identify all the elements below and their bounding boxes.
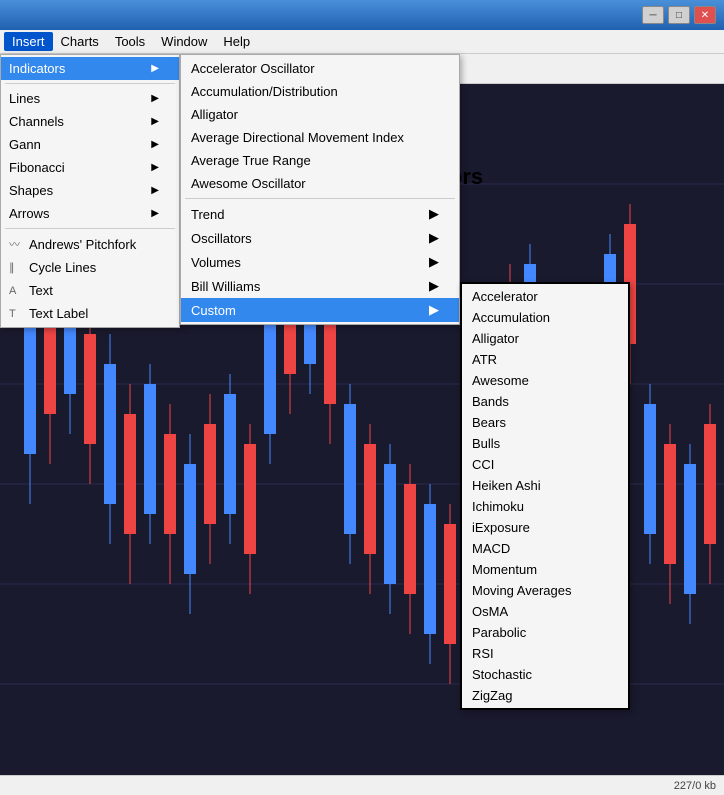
custom-item-stochastic[interactable]: Stochastic bbox=[462, 664, 628, 685]
window-controls: ─ □ ✕ bbox=[642, 6, 716, 24]
menu-window[interactable]: Window bbox=[153, 32, 215, 51]
maximize-button[interactable]: □ bbox=[668, 6, 690, 24]
menu-item-indicators[interactable]: Indicators ▶ bbox=[1, 57, 179, 80]
arrow-icon: ▶ bbox=[151, 93, 159, 104]
menu-item-channels[interactable]: Channels ▶ bbox=[1, 110, 179, 133]
arrow-icon: ▶ bbox=[429, 278, 439, 294]
menu-item-cycle-lines[interactable]: ∥ Cycle Lines bbox=[1, 256, 179, 279]
custom-item-iexposure[interactable]: iExposure bbox=[462, 517, 628, 538]
menu-item-fibonacci[interactable]: Fibonacci ▶ bbox=[1, 156, 179, 179]
custom-item-bulls[interactable]: Bulls bbox=[462, 433, 628, 454]
custom-item-heiken-ashi[interactable]: Heiken Ashi bbox=[462, 475, 628, 496]
text-icon: A bbox=[9, 285, 29, 297]
custom-item-parabolic[interactable]: Parabolic bbox=[462, 622, 628, 643]
arrow-icon: ▶ bbox=[151, 116, 159, 127]
arrow-icon: ▶ bbox=[151, 162, 159, 173]
custom-item-atr[interactable]: ATR bbox=[462, 349, 628, 370]
menu-item-arrows[interactable]: Arrows ▶ bbox=[1, 202, 179, 225]
menu-item-text-label[interactable]: T Text Label bbox=[1, 302, 179, 325]
menu-item-admi[interactable]: Average Directional Movement Index bbox=[181, 126, 459, 149]
custom-item-macd[interactable]: MACD bbox=[462, 538, 628, 559]
arrow-icon: ▶ bbox=[151, 63, 159, 74]
menu-item-oscillators[interactable]: Oscillators ▶ bbox=[181, 226, 459, 250]
custom-item-zigzag[interactable]: ZigZag bbox=[462, 685, 628, 706]
menu-tools[interactable]: Tools bbox=[107, 32, 153, 51]
cycle-lines-icon: ∥ bbox=[9, 261, 29, 274]
menu-item-volumes[interactable]: Volumes ▶ bbox=[181, 250, 459, 274]
arrow-icon: ▶ bbox=[429, 206, 439, 222]
status-text: 227/0 kb bbox=[674, 780, 716, 792]
custom-item-bears[interactable]: Bears bbox=[462, 412, 628, 433]
custom-submenu: Accelerator Accumulation Alligator ATR A… bbox=[460, 282, 630, 710]
status-bar: 227/0 kb bbox=[0, 775, 724, 795]
menu-item-atr[interactable]: Average True Range bbox=[181, 149, 459, 172]
text-label-icon: T bbox=[9, 308, 29, 320]
custom-item-alligator[interactable]: Alligator bbox=[462, 328, 628, 349]
arrow-icon: ▶ bbox=[151, 185, 159, 196]
custom-item-moving-averages[interactable]: Moving Averages bbox=[462, 580, 628, 601]
custom-item-accelerator[interactable]: Accelerator bbox=[462, 286, 628, 307]
custom-item-awesome[interactable]: Awesome bbox=[462, 370, 628, 391]
menu-item-accelerator[interactable]: Accelerator Oscillator bbox=[181, 57, 459, 80]
menu-item-alligator[interactable]: Alligator bbox=[181, 103, 459, 126]
pitchfork-icon: 〰 bbox=[9, 236, 29, 252]
menu-help[interactable]: Help bbox=[215, 32, 258, 51]
custom-item-accumulation[interactable]: Accumulation bbox=[462, 307, 628, 328]
menu-item-gann[interactable]: Gann ▶ bbox=[1, 133, 179, 156]
menu-item-awesome[interactable]: Awesome Oscillator bbox=[181, 172, 459, 195]
menu-item-bill-williams[interactable]: Bill Williams ▶ bbox=[181, 274, 459, 298]
arrow-icon: ▶ bbox=[429, 302, 439, 318]
separator-2 bbox=[5, 228, 175, 229]
menu-item-lines[interactable]: Lines ▶ bbox=[1, 87, 179, 110]
menu-insert[interactable]: Insert bbox=[4, 32, 53, 51]
menu-charts[interactable]: Charts bbox=[53, 32, 107, 51]
menu-item-pitchfork[interactable]: 〰 Andrews' Pitchfork bbox=[1, 232, 179, 256]
arrow-icon: ▶ bbox=[429, 230, 439, 246]
menu-item-trend[interactable]: Trend ▶ bbox=[181, 202, 459, 226]
indicators-submenu: Accelerator Oscillator Accumulation/Dist… bbox=[180, 54, 460, 325]
arrow-icon: ▶ bbox=[151, 208, 159, 219]
indicators-separator bbox=[185, 198, 455, 199]
title-bar: ─ □ ✕ bbox=[0, 0, 724, 30]
custom-item-osma[interactable]: OsMA bbox=[462, 601, 628, 622]
menu-item-accumulation[interactable]: Accumulation/Distribution bbox=[181, 80, 459, 103]
menu-item-custom[interactable]: Custom ▶ bbox=[181, 298, 459, 322]
menu-bar: Insert Charts Tools Window Help bbox=[0, 30, 724, 54]
arrow-icon: ▶ bbox=[429, 254, 439, 270]
custom-item-rsi[interactable]: RSI bbox=[462, 643, 628, 664]
arrow-icon: ▶ bbox=[151, 139, 159, 150]
custom-item-cci[interactable]: CCI bbox=[462, 454, 628, 475]
close-button[interactable]: ✕ bbox=[694, 6, 716, 24]
insert-menu-dropdown: Indicators ▶ Lines ▶ Channels ▶ Gann ▶ F… bbox=[0, 54, 180, 328]
menu-item-text[interactable]: A Text bbox=[1, 279, 179, 302]
custom-item-bands[interactable]: Bands bbox=[462, 391, 628, 412]
separator-1 bbox=[5, 83, 175, 84]
minimize-button[interactable]: ─ bbox=[642, 6, 664, 24]
custom-item-ichimoku[interactable]: Ichimoku bbox=[462, 496, 628, 517]
custom-item-momentum[interactable]: Momentum bbox=[462, 559, 628, 580]
menu-item-shapes[interactable]: Shapes ▶ bbox=[1, 179, 179, 202]
